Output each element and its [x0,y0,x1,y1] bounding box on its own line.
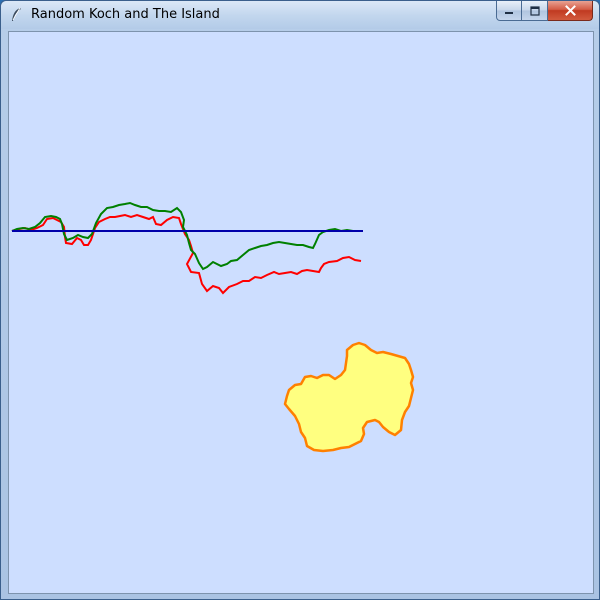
canvas-surface [11,201,415,453]
maximize-icon [529,5,540,16]
window-controls [496,1,593,21]
random-koch-curve-red [11,213,362,295]
minimize-button[interactable] [496,1,522,21]
drawing-canvas[interactable] [8,31,594,594]
close-button[interactable] [548,1,593,21]
close-icon [564,5,576,16]
feather-icon [12,7,21,21]
island-shape [283,341,415,453]
app-window: Random Koch and The Island [0,0,600,600]
minimize-icon [505,11,513,14]
maximize-button[interactable] [522,1,548,21]
window-title: Random Koch and The Island [31,7,220,22]
title-bar[interactable]: Random Koch and The Island [1,1,599,29]
